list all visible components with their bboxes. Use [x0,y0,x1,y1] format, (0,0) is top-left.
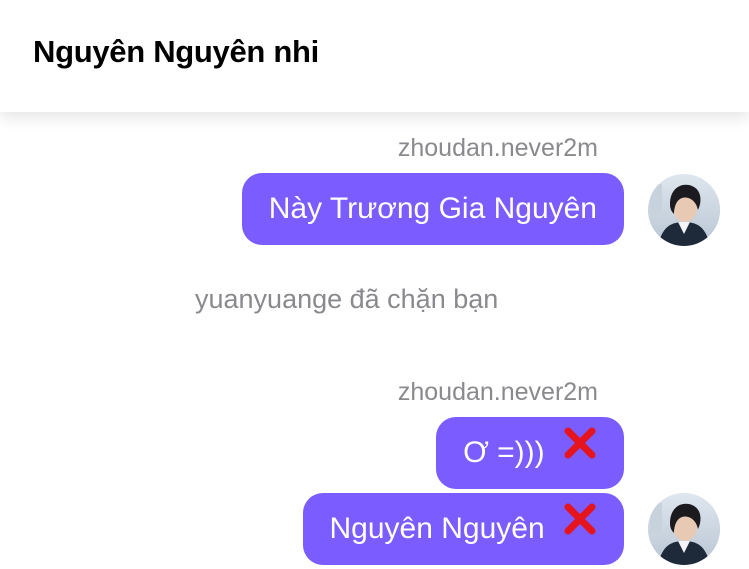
avatar-image [648,493,720,565]
chat-title[interactable]: Nguyên Nguyên nhi [33,34,319,70]
message-bubble[interactable]: Này Trương Gia Nguyên [241,173,624,245]
cross-mark-icon [563,415,597,487]
sender-avatar[interactable] [648,493,720,565]
message-list[interactable]: zhoudan.never2m Này Trương Gia Nguyên yu… [0,112,749,569]
message-bubble[interactable]: Ơ =))) [436,417,624,489]
message-text: Nguyên Nguyên [329,512,545,545]
cross-mark-icon [563,491,597,563]
chat-header: Nguyên Nguyên nhi [0,0,749,112]
sender-name: zhoudan.never2m [397,134,598,162]
avatar-image [648,174,720,246]
sender-name: zhoudan.never2m [397,378,598,406]
message-text: Ơ =))) [463,436,545,469]
sender-avatar[interactable] [648,174,720,246]
message-bubble[interactable]: Nguyên Nguyên [302,491,624,565]
blocked-notice: yuanyuange đã chặn bạn [195,284,499,314]
message-text: Này Trương Gia Nguyên [268,192,597,225]
